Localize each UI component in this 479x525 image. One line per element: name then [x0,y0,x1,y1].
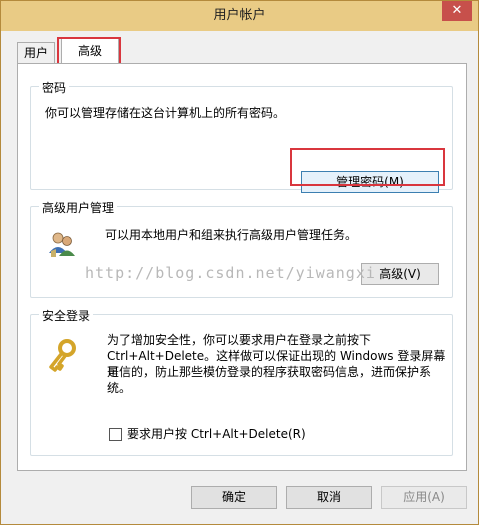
advanced-user-management-group: 高级用户管理 可以用本地用户和组来执行高级用户管理任务。 高级(V) [30,199,453,298]
secure-logon-title: 安全登录 [39,307,94,324]
annotation-highlight-manage-passwords [290,148,445,186]
password-group-title: 密码 [39,79,70,96]
secure-logon-group: 安全登录 为了增加安全性，你可以要求用户在登录之前按下 Ctrl+Alt+Del… [30,307,453,456]
tab-users[interactable]: 用户 [17,42,55,63]
advanced-user-management-title: 高级用户管理 [39,199,118,216]
advanced-button[interactable]: 高级(V) [361,263,439,285]
cancel-button[interactable]: 取消 [286,486,372,509]
key-icon [49,339,76,372]
window-title: 用户帐户 [213,8,266,23]
close-icon: ✕ [451,3,463,18]
title-bar[interactable]: 用户帐户 ✕ [1,1,478,31]
secure-logon-line-1: 为了增加安全性，你可以要求用户在登录之前按下 [107,333,372,347]
advanced-tab-panel: 密码 你可以管理存储在这台计算机上的所有密码。 管理密码(M) 高级用户管理 可… [17,63,467,471]
user-accounts-window: 用户帐户 ✕ 用户 高级 密码 你可以管理存储在这台计算机上的所有密码。 管理密… [0,0,479,525]
password-description: 你可以管理存储在这台计算机上的所有密码。 [45,106,286,120]
secure-logon-line-4: 统。 [107,381,132,395]
ok-button[interactable]: 确定 [191,486,277,509]
secure-logon-line-3: 可信的，防止那些模仿登录的程序获取密码信息，进而保护系 [107,365,432,379]
apply-button[interactable]: 应用(A) [381,486,467,509]
users-icon [49,232,75,257]
require-ctrl-alt-delete-checkbox[interactable] [109,428,122,441]
close-button[interactable]: ✕ [442,1,472,21]
require-ctrl-alt-delete-label[interactable]: 要求用户按 Ctrl+Alt+Delete(R) [127,426,306,442]
advanced-user-management-description: 可以用本地用户和组来执行高级用户管理任务。 [105,228,358,242]
